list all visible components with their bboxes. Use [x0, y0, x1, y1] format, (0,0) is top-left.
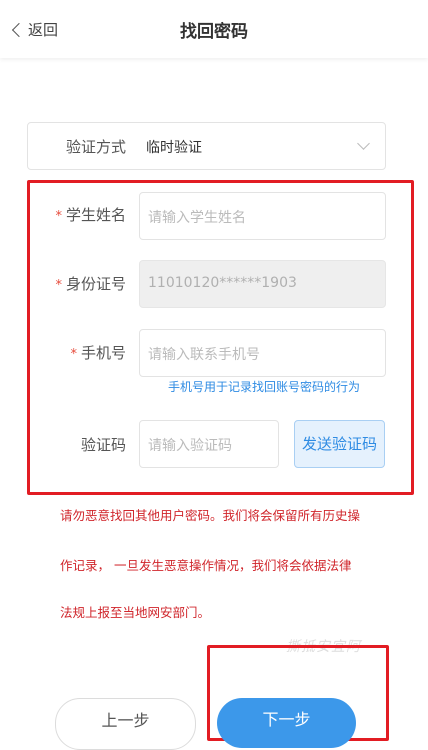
required-mark: * [70, 347, 77, 362]
warning-line-2: 作记录， 一旦发生恶意操作情况，我们将会依据法律 [60, 558, 352, 573]
code-label: 验证码 [80, 436, 126, 454]
id-number-value: 11010120******1903 [148, 275, 297, 291]
id-number-input[interactable]: 11010120******1903 [139, 260, 386, 308]
chevron-down-icon [357, 137, 370, 150]
phone-input[interactable]: 请输入联系手机号 [139, 329, 386, 377]
phone-hint: 手机号用于记录找回账号密码的行为 [168, 380, 361, 394]
send-code-button[interactable]: 发送验证码 [294, 420, 385, 468]
code-placeholder: 请输入验证码 [148, 438, 232, 454]
page-title: 找回密码 [180, 22, 248, 42]
verify-method-label: 验证方式 [65, 138, 126, 156]
phone-placeholder: 请输入联系手机号 [148, 347, 260, 363]
next-step-button[interactable]: 下一步 [217, 698, 356, 748]
phone-label: * 手机号 [70, 344, 126, 362]
header-bar: 返回 找回密码 [0, 0, 428, 58]
warning-line-3: 法规上报至当地网安部门。 [60, 605, 211, 620]
student-name-input[interactable]: 请输入学生姓名 [139, 192, 386, 240]
student-name-label: * 学生姓名 [55, 206, 126, 224]
required-mark: * [55, 209, 62, 224]
prev-step-button[interactable]: 上一步 [55, 698, 196, 750]
code-input[interactable]: 请输入验证码 [139, 420, 279, 468]
warning-line-1: 请勿恶意找回其他用户密码。我们将会保留所有历史操 [60, 508, 361, 523]
id-number-label: * 身份证号 [55, 275, 126, 293]
student-name-placeholder: 请输入学生姓名 [148, 210, 246, 226]
verify-method-select[interactable]: 验证方式 临时验证 [27, 122, 386, 170]
verify-method-value: 临时验证 [146, 140, 202, 156]
required-mark: * [55, 278, 62, 293]
